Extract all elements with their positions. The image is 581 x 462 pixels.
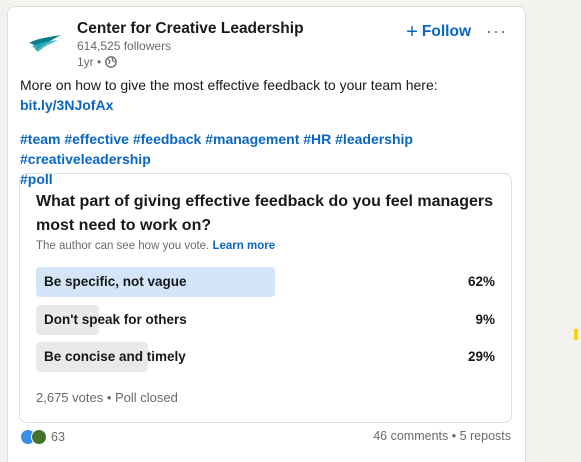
- poll-note: The author can see how you vote. Learn m…: [36, 240, 275, 252]
- poll-option-label: Be specific, not vague: [44, 274, 187, 289]
- follow-button[interactable]: + Follow: [406, 21, 471, 43]
- follow-label: Follow: [421, 23, 471, 40]
- post-meta: 1yr •: [77, 54, 304, 70]
- author-name[interactable]: Center for Creative Leadership: [77, 19, 304, 39]
- more-options-icon[interactable]: ···: [486, 21, 507, 42]
- poll-question: What part of giving effective feedback d…: [36, 193, 493, 234]
- poll-option-percent: 9%: [475, 312, 495, 327]
- highlight-marker: [574, 329, 578, 340]
- post-link[interactable]: bit.ly/3NJofAx: [20, 95, 513, 115]
- post-body: More on how to give the most effective f…: [20, 75, 513, 115]
- reactions-summary[interactable]: 63: [20, 429, 65, 445]
- poll-note-text: The author can see how you vote.: [36, 240, 210, 252]
- reaction-count: 63: [51, 430, 65, 444]
- poll-option-label: Be concise and timely: [44, 349, 186, 364]
- company-logo[interactable]: [28, 29, 62, 57]
- plus-icon: +: [406, 21, 418, 43]
- social-counts: 63 46 comments • 5 reposts: [20, 428, 511, 448]
- poll-status: 2,675 votes • Poll closed: [36, 390, 178, 405]
- poll-option-percent: 29%: [467, 349, 495, 364]
- hashtags-line-1[interactable]: #team #effective #feedback #management #…: [20, 129, 513, 169]
- post-card: Center for Creative Leadership 614,525 f…: [7, 6, 526, 462]
- globe-icon: [105, 56, 118, 68]
- poll-option[interactable]: Be specific, not vague 62%: [36, 267, 495, 297]
- poll-card: What part of giving effective feedback d…: [19, 173, 512, 423]
- post-header: Center for Creative Leadership 614,525 f…: [20, 17, 513, 69]
- post-body-text: More on how to give the most effective f…: [20, 77, 438, 93]
- post-time: 1yr •: [77, 55, 102, 69]
- poll-option-percent: 62%: [467, 274, 495, 289]
- poll-option-label: Don't speak for others: [44, 312, 187, 327]
- follower-count: 614,525 followers: [77, 39, 172, 53]
- poll-option[interactable]: Be concise and timely 29%: [36, 342, 495, 372]
- comments-reposts-count[interactable]: 46 comments • 5 reposts: [373, 429, 511, 443]
- support-reaction-icon: [31, 429, 47, 445]
- author-info: Center for Creative Leadership 614,525 f…: [77, 19, 304, 70]
- learn-more-link[interactable]: Learn more: [212, 240, 275, 252]
- poll-option[interactable]: Don't speak for others 9%: [36, 305, 495, 335]
